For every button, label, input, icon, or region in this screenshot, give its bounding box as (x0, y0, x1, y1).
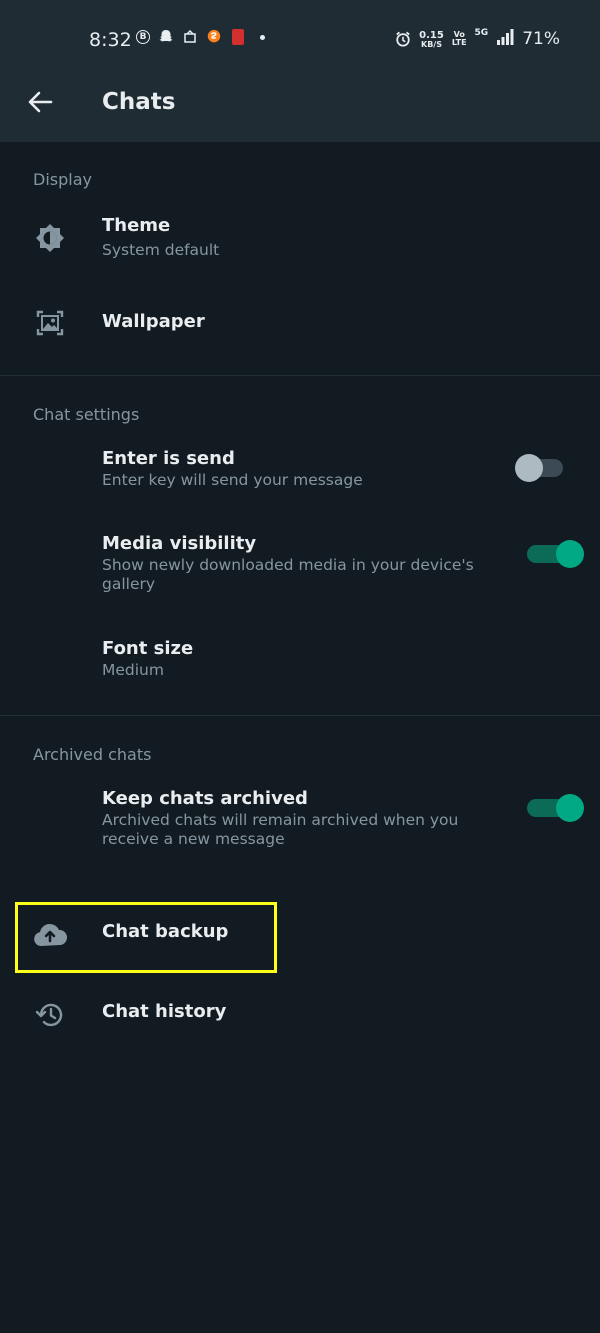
net-speed: 0.15 KB/S (419, 29, 444, 49)
divider (0, 375, 600, 376)
snapchat-icon (158, 29, 174, 45)
setting-title: Font size (102, 638, 194, 659)
app-icon (230, 29, 246, 45)
setting-wallpaper[interactable]: Wallpaper (0, 290, 600, 360)
setting-theme[interactable]: Theme System default (0, 205, 600, 275)
battery-percent: 71% (522, 29, 560, 49)
notification-icon (182, 29, 198, 45)
back-button[interactable] (22, 84, 58, 120)
highlight-box (15, 902, 277, 973)
toggle-knob (515, 454, 543, 482)
setting-subtitle: Show newly downloaded media in your devi… (102, 556, 474, 593)
setting-title: Keep chats archived (102, 788, 308, 809)
setting-font-size[interactable]: Font size Medium (0, 630, 600, 690)
media-visibility-toggle[interactable] (527, 540, 584, 568)
status-bar: 8:32 B 0.15 KB/S Vo LTE 5G 71% (0, 0, 600, 80)
wallpaper-icon (33, 306, 67, 340)
setting-chat-history[interactable]: Chat history (0, 985, 600, 1045)
enter-send-toggle[interactable] (515, 454, 563, 482)
setting-title: Chat history (102, 1001, 227, 1022)
setting-subtitle: Medium (102, 661, 164, 679)
swiggy-icon (206, 29, 222, 45)
setting-enter-is-send[interactable]: Enter is send Enter key will send your m… (0, 440, 600, 500)
signal-icon (496, 29, 514, 49)
status-time: 8:32 (89, 29, 132, 51)
volte-indicator: Vo LTE (451, 30, 467, 47)
app-bar: Chats (0, 80, 600, 142)
keep-archived-toggle[interactable] (527, 794, 584, 822)
system-icons: 0.15 KB/S Vo LTE 5G 71% (395, 29, 560, 49)
setting-title: Theme (102, 215, 171, 236)
brightness-icon (33, 221, 67, 255)
arrow-left-icon (28, 91, 53, 113)
page-title: Chats (102, 89, 176, 115)
dot-icon (260, 34, 265, 40)
setting-media-visibility[interactable]: Media visibility Show newly downloaded m… (0, 525, 600, 605)
network-type: 5G (474, 28, 489, 38)
history-icon (33, 998, 67, 1032)
setting-subtitle: Archived chats will remain archived when… (102, 811, 459, 848)
toggle-knob (556, 794, 584, 822)
setting-title: Enter is send (102, 448, 235, 469)
section-title-archived-chats: Archived chats (33, 745, 152, 764)
alarm-icon (395, 31, 411, 47)
setting-subtitle: System default (102, 241, 220, 259)
b-circle-icon: B (136, 30, 150, 44)
toggle-knob (556, 540, 584, 568)
section-title-display: Display (33, 170, 92, 189)
notification-icons: B (136, 29, 265, 45)
setting-keep-chats-archived[interactable]: Keep chats archived Archived chats will … (0, 780, 600, 860)
setting-title: Wallpaper (102, 311, 205, 332)
setting-title: Media visibility (102, 533, 257, 554)
divider (0, 715, 600, 716)
setting-subtitle: Enter key will send your message (102, 471, 363, 489)
section-title-chat-settings: Chat settings (33, 405, 140, 424)
